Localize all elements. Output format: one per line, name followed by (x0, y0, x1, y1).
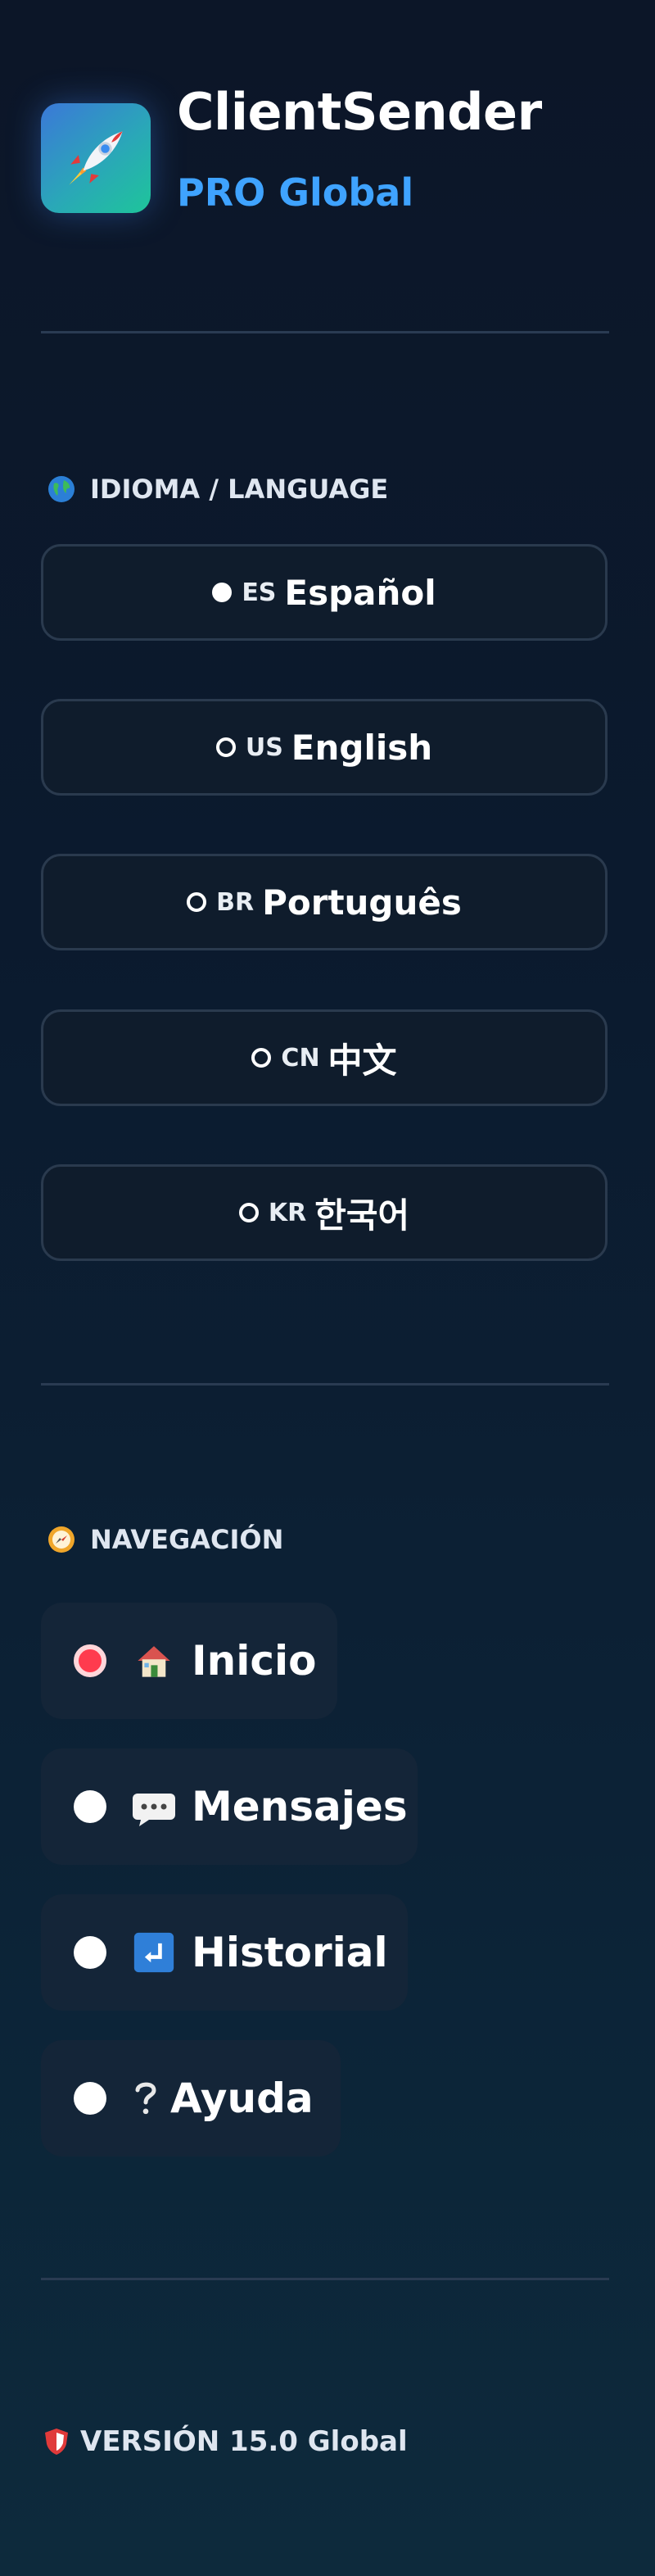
nav-item-mensajes[interactable]: Mensajes (41, 1748, 418, 1865)
radio-unselected-icon (238, 1203, 259, 1222)
radio-unselected-icon (215, 737, 236, 757)
app-title: ClientSender (177, 82, 542, 142)
compass-icon (48, 1526, 75, 1553)
sidebar: ClientSender PRO Global IDIOMA / LANGUAG… (0, 0, 655, 2576)
return-arrow-icon (131, 1930, 177, 1975)
inactive-indicator-icon (74, 2082, 106, 2115)
language-option-br[interactable]: BR Português (41, 854, 608, 950)
language-option-kr[interactable]: KR 한국어 (41, 1164, 608, 1261)
language-option-es[interactable]: ES Español (41, 544, 608, 641)
divider (41, 1383, 609, 1386)
nav-item-label: Ayuda (170, 2075, 314, 2122)
language-option-cn[interactable]: CN 中文 (41, 1009, 608, 1106)
navigation-section-label: NAVEGACIÓN (90, 1524, 284, 1555)
radio-selected-icon (212, 583, 233, 602)
version-info: VERSIÓN 15.0 Global (44, 2425, 408, 2458)
speech-bubble-icon (131, 1784, 177, 1830)
language-section-label: IDIOMA / LANGUAGE (90, 474, 389, 505)
radio-unselected-icon (187, 892, 207, 912)
nav-item-ayuda[interactable]: Ayuda (41, 2040, 341, 2156)
question-mark-icon (131, 2075, 160, 2121)
language-code: KR (268, 1198, 307, 1227)
language-label: English (291, 727, 433, 768)
navigation-section-title: NAVEGACIÓN (47, 1524, 283, 1555)
language-code: CN (281, 1043, 320, 1073)
language-label: Español (284, 572, 436, 613)
language-section-title: IDIOMA / LANGUAGE (47, 474, 388, 505)
language-code: BR (216, 887, 255, 917)
language-label: Português (262, 882, 462, 923)
divider (41, 2278, 609, 2280)
shield-icon (45, 2429, 68, 2455)
nav-item-inicio[interactable]: Inicio (41, 1603, 337, 1719)
nav-item-label: Inicio (192, 1637, 317, 1685)
active-indicator-icon (74, 1644, 106, 1677)
inactive-indicator-icon (74, 1936, 106, 1969)
divider (41, 331, 609, 333)
nav-item-historial[interactable]: Historial (41, 1894, 408, 2011)
app-logo (41, 103, 151, 213)
inactive-indicator-icon (74, 1790, 106, 1823)
house-icon (131, 1638, 177, 1684)
version-label: VERSIÓN 15.0 Global (80, 2425, 408, 2458)
language-code: ES (242, 578, 277, 607)
language-label: 한국어 (314, 1195, 410, 1236)
language-label: 中文 (328, 1040, 397, 1081)
globe-icon (48, 476, 75, 502)
language-code: US (245, 732, 283, 762)
nav-item-label: Historial (192, 1929, 388, 1976)
nav-item-label: Mensajes (192, 1783, 408, 1830)
rocket-icon (69, 131, 123, 185)
radio-unselected-icon (251, 1048, 272, 1068)
app-subtitle: PRO Global (177, 170, 414, 215)
language-option-us[interactable]: US English (41, 699, 608, 796)
